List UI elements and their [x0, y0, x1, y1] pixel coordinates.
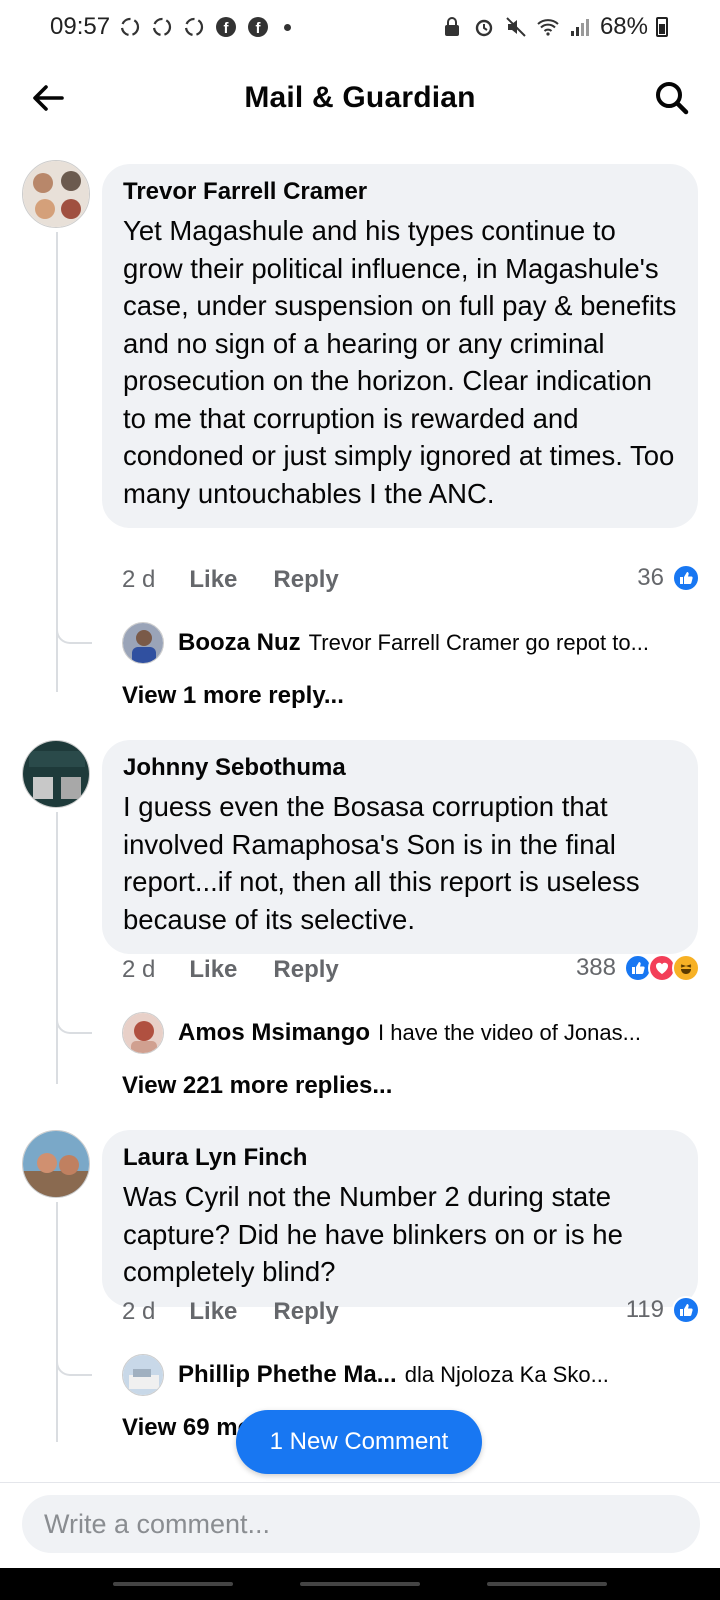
page-title: Mail & Guardian [244, 81, 476, 114]
system-nav-bar [0, 1568, 720, 1600]
comment-author[interactable]: Johnny Sebothuma [123, 754, 678, 782]
reply-connector [56, 1362, 92, 1376]
status-left: 09:57 f f [50, 13, 292, 41]
like-reaction-icon [672, 1296, 700, 1324]
signal-icon [570, 19, 589, 36]
reply-text: I have the video of Jonas... [378, 1020, 641, 1045]
reply-avatar[interactable] [122, 1354, 164, 1396]
reply-preview[interactable]: Phillip Phethe Ma... dla Njoloza Ka Sko.… [122, 1354, 690, 1396]
reply-connector [56, 1020, 92, 1034]
reaction-count: 36 [637, 564, 664, 591]
avatar[interactable] [22, 740, 90, 808]
reply-text: dla Njoloza Ka Sko... [404, 1362, 609, 1387]
reply-author[interactable]: Phillip Phethe Ma... [178, 1361, 397, 1389]
search-icon [656, 82, 689, 115]
comment-text: Was Cyril not the Number 2 during state … [123, 1181, 623, 1287]
recycle-notification-icon [120, 17, 140, 37]
avatar[interactable] [22, 160, 90, 228]
comment-bubble[interactable]: Trevor Farrell Cramer Yet Magashule and … [102, 164, 698, 528]
comment-input[interactable] [22, 1495, 700, 1553]
lock-icon [444, 17, 459, 36]
like-button[interactable]: Like [189, 566, 237, 594]
status-time: 09:57 [50, 13, 111, 40]
battery-percent: 68% [599, 13, 648, 40]
reaction-count: 388 [575, 954, 616, 981]
recycle-notification-icon [184, 17, 204, 37]
comment-actions: 2 d Like Reply [122, 566, 339, 594]
reply-connector [56, 630, 92, 644]
alarm-icon [475, 19, 493, 37]
like-button[interactable]: Like [189, 956, 237, 984]
view-more-replies[interactable]: View 221 more replies... [122, 1072, 392, 1100]
reply-button[interactable]: Reply [273, 566, 338, 594]
reaction-summary[interactable]: 36 [637, 564, 700, 592]
reply-preview[interactable]: Booza Nuz Trevor Farrell Cramer go repot… [122, 622, 690, 664]
header: Mail & Guardian [0, 62, 720, 134]
search-button[interactable] [650, 76, 694, 120]
view-more-replies[interactable]: View 1 more reply... [122, 682, 344, 710]
comment-text: I guess even the Bosasa corruption that … [123, 791, 640, 935]
new-comment-button[interactable]: 1 New Comment [236, 1410, 482, 1474]
comment-time: 2 d [122, 956, 156, 983]
reply-text: Trevor Farrell Cramer go repot to... [308, 630, 649, 655]
reply-button[interactable]: Reply [273, 956, 338, 984]
thread-connector [56, 1202, 58, 1442]
comment-actions: 2 d Like Reply [122, 956, 339, 984]
reaction-summary[interactable]: 388 [576, 954, 700, 982]
reply-avatar[interactable] [122, 1012, 164, 1054]
mute-icon [506, 17, 526, 37]
nav-back[interactable] [486, 1582, 607, 1586]
wifi-icon [537, 19, 559, 36]
avatar[interactable] [22, 1130, 90, 1198]
facebook-notification-icon: f [248, 17, 269, 37]
nav-home[interactable] [299, 1582, 420, 1586]
recycle-notification-icon [152, 17, 172, 37]
reply-author[interactable]: Booza Nuz [178, 629, 301, 657]
comment-composer [0, 1482, 720, 1568]
comment-bubble[interactable]: Laura Lyn Finch Was Cyril not the Number… [102, 1130, 698, 1307]
arrow-left-icon [33, 85, 64, 111]
comment-author[interactable]: Laura Lyn Finch [123, 1144, 678, 1172]
reaction-summary[interactable]: 119 [626, 1296, 700, 1324]
thread-connector [56, 812, 58, 1084]
facebook-notification-icon: f [216, 17, 237, 37]
reply-button[interactable]: Reply [273, 1298, 338, 1326]
reply-preview[interactable]: Amos Msimango I have the video of Jonas.… [122, 1012, 690, 1054]
comment-time: 2 d [122, 1298, 156, 1325]
status-bar: 09:57 f f 68% [0, 0, 720, 54]
like-button[interactable]: Like [189, 1298, 237, 1326]
reply-avatar[interactable] [122, 622, 164, 664]
comment-author[interactable]: Trevor Farrell Cramer [123, 178, 678, 206]
comment-bubble[interactable]: Johnny Sebothuma I guess even the Bosasa… [102, 740, 698, 954]
comment-time: 2 d [122, 566, 156, 593]
haha-reaction-icon [672, 954, 700, 982]
battery-icon [656, 17, 668, 37]
thread-connector [56, 232, 58, 692]
comment-text: Yet Magashule and his types continue to … [123, 215, 677, 509]
reaction-count: 119 [625, 1296, 664, 1323]
comment-actions: 2 d Like Reply [122, 1298, 339, 1326]
like-reaction-icon [672, 564, 700, 592]
nav-recents[interactable] [113, 1582, 234, 1586]
status-right: 68% [440, 13, 668, 41]
back-button[interactable] [26, 76, 70, 120]
more-notifications-dot [284, 23, 292, 31]
reply-author[interactable]: Amos Msimango [178, 1019, 370, 1047]
